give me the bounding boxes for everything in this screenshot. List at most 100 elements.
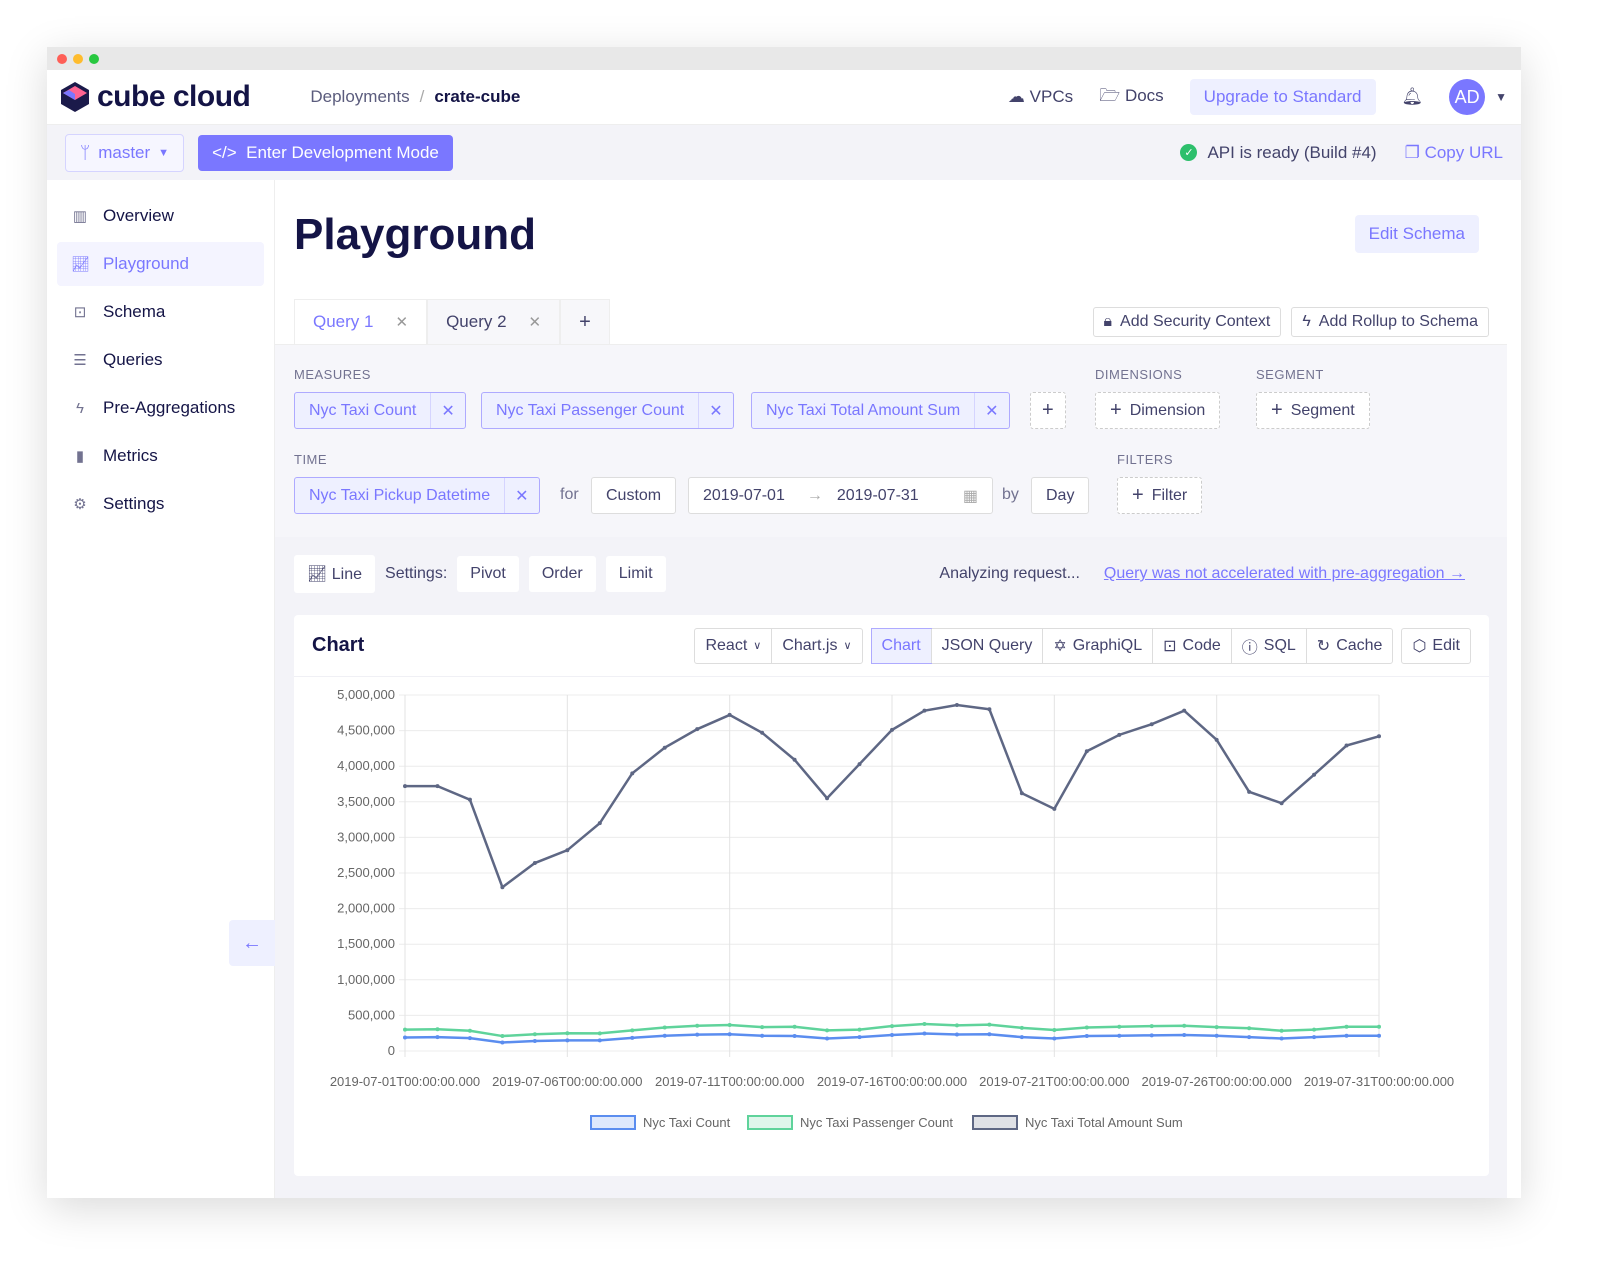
button-label: Add Rollup to Schema xyxy=(1318,313,1478,330)
y-tick-label: 1,000,000 xyxy=(337,972,395,987)
pivot-button[interactable]: Pivot xyxy=(457,556,519,592)
remove-icon[interactable]: ✕ xyxy=(698,393,732,428)
data-point xyxy=(1117,1024,1122,1029)
vpcs-link[interactable]: ☁ VPCs xyxy=(1008,87,1073,107)
pre-aggregation-link[interactable]: Query was not accelerated with pre-aggre… xyxy=(1104,565,1465,583)
minimize-window-button[interactable] xyxy=(73,53,83,64)
add-tab-button[interactable]: + xyxy=(560,299,610,344)
view-graphiql-tab[interactable]: ✡ GraphiQL xyxy=(1042,628,1152,663)
data-point xyxy=(1377,734,1381,739)
close-icon[interactable]: ✕ xyxy=(395,313,408,331)
data-point xyxy=(1084,1034,1089,1039)
collapse-sidebar-button[interactable]: ← xyxy=(229,920,275,966)
sidebar-item-queries[interactable]: ☰ Queries xyxy=(57,338,264,382)
sidebar: ▥ Overview 📈︎ Playground ⊡ Schema ☰ Queries … xyxy=(47,180,275,1198)
branch-select[interactable]: ᛘ master ▼ xyxy=(65,133,185,172)
data-point xyxy=(403,784,407,789)
view-chart-tab[interactable]: Chart xyxy=(870,627,932,664)
data-point xyxy=(1247,1026,1252,1031)
edit-button[interactable]: ⬡ Edit xyxy=(1402,629,1470,663)
sidebar-item-settings[interactable]: ⚙ Settings xyxy=(57,482,264,526)
remove-icon[interactable]: ✕ xyxy=(974,393,1008,428)
data-point xyxy=(1344,1033,1349,1038)
data-point xyxy=(532,861,537,866)
check-circle-icon: ✓ xyxy=(1180,144,1198,161)
data-point xyxy=(695,1032,700,1037)
sidebar-item-overview[interactable]: ▥ Overview xyxy=(57,194,264,238)
data-point xyxy=(1344,1024,1349,1029)
data-point xyxy=(662,1033,667,1038)
git-branch-icon: ᛘ xyxy=(80,142,91,162)
library-select[interactable]: Chart.js ∨ xyxy=(771,628,861,663)
copy-url-button[interactable]: ❐ Copy URL xyxy=(1405,143,1503,163)
date-range-picker[interactable]: 2019-07-01 → 2019-07-31 ▦ xyxy=(688,477,993,514)
add-segment-button[interactable]: + Segment xyxy=(1256,392,1370,429)
remove-icon[interactable]: ✕ xyxy=(430,393,464,428)
x-tick-label: 2019-07-11T00:00:00.000 xyxy=(655,1074,804,1089)
data-point xyxy=(597,1038,602,1043)
edit-schema-button[interactable]: Edit Schema xyxy=(1354,215,1479,253)
data-point xyxy=(695,1023,700,1028)
bell-icon[interactable]: 🔔︎ xyxy=(1402,87,1424,107)
account-menu[interactable]: AD ▼ xyxy=(1449,79,1507,115)
chip-label: Nyc Taxi Total Amount Sum xyxy=(766,401,961,419)
bolt-icon: ϟ xyxy=(76,399,84,417)
add-security-context-button[interactable]: 🔒︎ Add Security Context xyxy=(1092,307,1282,337)
data-point xyxy=(857,762,862,767)
measure-chip[interactable]: Nyc Taxi Passenger Count ✕ xyxy=(481,392,734,429)
sidebar-item-playground[interactable]: 📈︎ Playground xyxy=(57,242,264,286)
data-point xyxy=(1214,1033,1219,1038)
view-sql-tab[interactable]: ⓘ SQL xyxy=(1230,628,1306,663)
add-filter-button[interactable]: + Filter xyxy=(1117,477,1203,514)
add-measure-button[interactable]: + xyxy=(1030,392,1066,429)
tab-query-2[interactable]: Query 2 ✕ xyxy=(427,299,561,344)
granularity-select[interactable]: Day xyxy=(1031,477,1090,514)
limit-button[interactable]: Limit xyxy=(605,556,666,592)
close-window-button[interactable] xyxy=(57,53,67,64)
line-chart-icon: 📈︎ xyxy=(307,566,328,583)
sidebar-item-metrics[interactable]: ▮ Metrics xyxy=(57,434,264,478)
branch-label: master xyxy=(98,142,151,162)
dev-mode-button[interactable]: </> Enter Development Mode xyxy=(198,134,453,171)
order-button[interactable]: Order xyxy=(528,556,596,592)
date-range-select[interactable]: Custom xyxy=(591,477,677,514)
settings-label: Settings: xyxy=(385,565,448,582)
chart-type-select[interactable]: 📈︎ Line xyxy=(294,555,376,593)
remove-icon[interactable]: ✕ xyxy=(504,478,538,513)
sidebar-item-pre-aggregations[interactable]: ϟ Pre-Aggregations xyxy=(57,386,264,430)
logo[interactable]: cube cloud xyxy=(61,80,251,114)
dev-mode-label: Enter Development Mode xyxy=(246,142,439,162)
add-dimension-button[interactable]: + Dimension xyxy=(1095,392,1221,429)
data-point xyxy=(467,1028,472,1033)
data-point xyxy=(500,1040,505,1045)
breadcrumb-deployments[interactable]: Deployments xyxy=(310,87,409,107)
view-cache-tab[interactable]: ↻ Cache xyxy=(1305,628,1393,663)
top-header: cube cloud Deployments / crate-cube ☁ VPCs… xyxy=(47,70,1521,125)
data-point xyxy=(565,1031,570,1036)
upgrade-button[interactable]: Upgrade to Standard xyxy=(1189,79,1376,115)
data-point xyxy=(1149,1024,1154,1029)
data-point xyxy=(1247,1035,1252,1040)
data-point xyxy=(1117,1033,1122,1038)
framework-select[interactable]: React ∨ xyxy=(695,629,771,663)
tab-query-1[interactable]: Query 1 ✕ xyxy=(294,299,428,344)
sidebar-item-schema[interactable]: ⊡ Schema xyxy=(57,290,264,334)
segment-label: SEGMENT xyxy=(1256,367,1324,382)
docs-link[interactable]: 🗁 Docs xyxy=(1099,83,1164,112)
chart-type-label: Line xyxy=(331,566,363,583)
measure-chip[interactable]: Nyc Taxi Total Amount Sum ✕ xyxy=(751,392,1010,429)
view-json-query-tab[interactable]: JSON Query xyxy=(930,628,1043,663)
chevron-down-icon: ∨ xyxy=(843,640,852,652)
maximize-window-button[interactable] xyxy=(89,53,99,64)
data-point xyxy=(987,1022,992,1027)
close-icon[interactable]: ✕ xyxy=(529,313,542,331)
measure-chip[interactable]: Nyc Taxi Count ✕ xyxy=(294,392,466,429)
button-label: Dimension xyxy=(1129,401,1206,419)
time-dimension-chip[interactable]: Nyc Taxi Pickup Datetime ✕ xyxy=(294,477,540,514)
folder-icon: 🗁 xyxy=(1099,85,1121,105)
data-point xyxy=(792,757,797,762)
add-rollup-button[interactable]: ϟ Add Rollup to Schema xyxy=(1291,307,1489,337)
data-point xyxy=(403,1035,407,1040)
view-code-tab[interactable]: ⊡ Code xyxy=(1152,628,1231,663)
data-point xyxy=(1377,1033,1381,1038)
